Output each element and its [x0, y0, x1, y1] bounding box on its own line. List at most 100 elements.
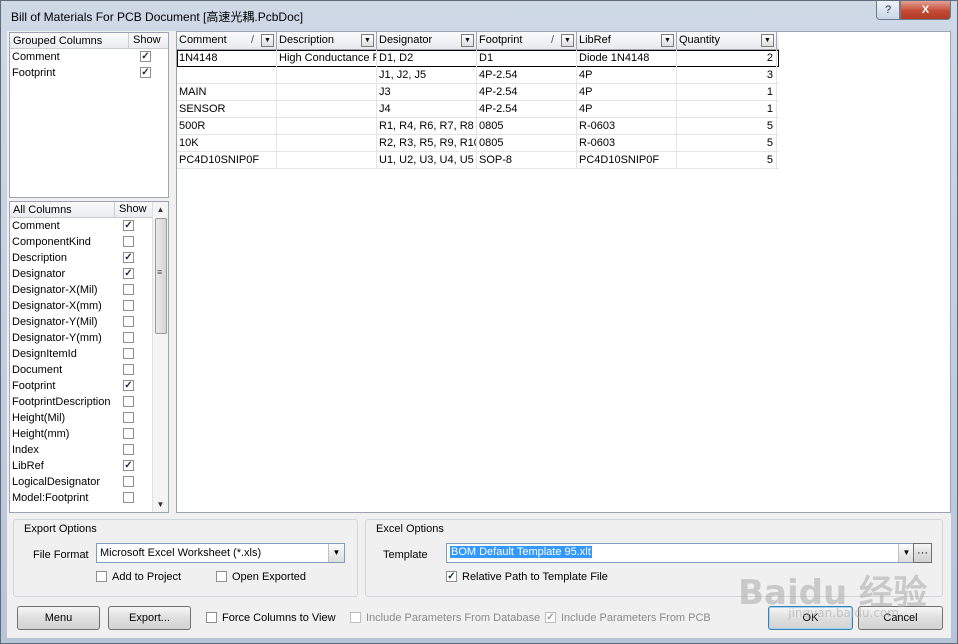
all-column-show-checkbox[interactable] — [123, 316, 134, 327]
all-columns-header-name[interactable]: All Columns — [13, 204, 72, 216]
table-cell[interactable] — [277, 135, 377, 152]
table-cell[interactable]: 5 — [677, 118, 777, 135]
all-column-row[interactable]: Height(Mil) — [10, 410, 168, 426]
close-button[interactable]: X — [900, 1, 951, 20]
all-column-show-checkbox[interactable] — [123, 428, 134, 439]
all-column-row[interactable]: Comment ✓ — [10, 218, 168, 234]
add-to-project-checkbox[interactable]: Add to Project — [96, 570, 206, 584]
table-cell[interactable]: 0805 — [477, 135, 577, 152]
table-cell[interactable] — [277, 118, 377, 135]
table-cell[interactable]: 5 — [677, 152, 777, 169]
table-cell[interactable]: 10K — [177, 135, 277, 152]
table-cell[interactable] — [277, 101, 377, 118]
open-exported-box[interactable] — [216, 571, 227, 582]
chevron-down-icon[interactable]: ▼ — [898, 544, 914, 562]
column-header[interactable]: Quantity ▼ — [677, 32, 777, 50]
include-pcb-box[interactable]: ✓ — [545, 612, 556, 623]
all-column-row[interactable]: Designator-Y(mm) — [10, 330, 168, 346]
all-column-show-checkbox[interactable] — [123, 476, 134, 487]
table-cell[interactable]: U1, U2, U3, U4, U5 — [377, 152, 477, 169]
table-cell[interactable]: J3 — [377, 84, 477, 101]
table-cell[interactable]: 5 — [677, 135, 777, 152]
table-cell[interactable] — [277, 152, 377, 169]
filter-dropdown-icon[interactable]: ▼ — [761, 34, 774, 47]
all-column-row[interactable]: Designator-X(mm) — [10, 298, 168, 314]
open-exported-checkbox[interactable]: Open Exported — [216, 570, 326, 584]
table-cell[interactable]: Diode 1N4148 — [577, 50, 677, 67]
all-column-show-checkbox[interactable] — [123, 236, 134, 247]
table-cell[interactable]: 4P — [577, 101, 677, 118]
all-column-row[interactable]: Description ✓ — [10, 250, 168, 266]
force-columns-box[interactable] — [206, 612, 217, 623]
file-format-select[interactable]: Microsoft Excel Worksheet (*.xls) ▼ — [96, 543, 345, 563]
table-cell[interactable] — [277, 84, 377, 101]
all-column-row[interactable]: Designator-X(Mil) — [10, 282, 168, 298]
all-column-row[interactable]: ComponentKind — [10, 234, 168, 250]
table-cell[interactable]: R2, R3, R5, R9, R10 — [377, 135, 477, 152]
all-column-show-checkbox[interactable] — [123, 364, 134, 375]
chevron-down-icon[interactable]: ▼ — [328, 544, 344, 562]
include-db-box[interactable] — [350, 612, 361, 623]
table-row[interactable]: 500R R1, R4, R6, R7, R8 0805 R-0603 5 — [177, 118, 779, 135]
menu-button[interactable]: Menu — [17, 606, 100, 630]
table-cell[interactable]: 3 — [677, 67, 777, 84]
table-cell[interactable]: J1, J2, J5 — [377, 67, 477, 84]
relative-path-box[interactable]: ✓ — [446, 571, 457, 582]
template-value[interactable]: BOM Default Template 95.xlt — [450, 546, 592, 558]
table-cell[interactable] — [177, 67, 277, 84]
table-cell[interactable]: R1, R4, R6, R7, R8 — [377, 118, 477, 135]
table-cell[interactable]: MAIN — [177, 84, 277, 101]
filter-dropdown-icon[interactable]: ▼ — [461, 34, 474, 47]
all-column-show-checkbox[interactable] — [123, 444, 134, 455]
column-header[interactable]: Footprint / ▼ — [477, 32, 577, 50]
column-header[interactable]: Comment / ▼ — [177, 32, 277, 50]
all-column-row[interactable]: Footprint ✓ — [10, 378, 168, 394]
table-row[interactable]: J1, J2, J5 4P-2.54 4P 3 — [177, 67, 779, 84]
table-cell[interactable]: 1 — [677, 101, 777, 118]
table-cell[interactable] — [277, 67, 377, 84]
all-column-show-checkbox[interactable]: ✓ — [123, 252, 134, 263]
all-columns-header-show[interactable]: Show — [114, 202, 147, 218]
table-cell[interactable]: D1 — [477, 50, 577, 67]
table-cell[interactable]: 500R — [177, 118, 277, 135]
table-cell[interactable]: High Conductance Fast Diode — [277, 50, 377, 67]
all-column-row[interactable]: DesignItemId — [10, 346, 168, 362]
all-column-row[interactable]: LogicalDesignator — [10, 474, 168, 490]
title-bar[interactable]: Bill of Materials For PCB Document [高速光耦… — [1, 1, 957, 31]
table-cell[interactable]: PC4D10SNIP0F — [177, 152, 277, 169]
table-row[interactable]: MAIN J3 4P-2.54 4P 1 — [177, 84, 779, 101]
all-column-show-checkbox[interactable] — [123, 492, 134, 503]
all-column-row[interactable]: Designator-Y(Mil) — [10, 314, 168, 330]
table-row[interactable]: PC4D10SNIP0F U1, U2, U3, U4, U5 SOP-8 PC4D1… — [177, 152, 779, 169]
table-cell[interactable]: J4 — [377, 101, 477, 118]
table-row[interactable]: 10K R2, R3, R5, R9, R10 0805 R-0603 5 — [177, 135, 779, 152]
table-cell[interactable]: PC4D10SNIP0F — [577, 152, 677, 169]
all-column-row[interactable]: Model:Footprint — [10, 490, 168, 506]
table-cell[interactable]: 4P-2.54 — [477, 67, 577, 84]
table-cell[interactable]: 4P — [577, 84, 677, 101]
table-row[interactable]: SENSOR J4 4P-2.54 4P 1 — [177, 101, 779, 118]
all-column-show-checkbox[interactable] — [123, 412, 134, 423]
all-column-row[interactable]: Height(mm) — [10, 426, 168, 442]
grouped-columns-header-name[interactable]: Grouped Columns — [13, 35, 102, 47]
table-cell[interactable]: D1, D2 — [377, 50, 477, 67]
filter-dropdown-icon[interactable]: ▼ — [661, 34, 674, 47]
table-cell[interactable]: 1N4148 — [177, 50, 277, 67]
table-cell[interactable]: 2 — [677, 50, 777, 67]
include-pcb-checkbox[interactable]: ✓ Include Parameters From PCB — [545, 611, 715, 625]
include-db-checkbox[interactable]: Include Parameters From Database — [350, 611, 540, 625]
all-column-row[interactable]: Designator ✓ — [10, 266, 168, 282]
force-columns-checkbox[interactable]: Force Columns to View — [206, 611, 346, 625]
filter-dropdown-icon[interactable]: ▼ — [361, 34, 374, 47]
all-column-show-checkbox[interactable] — [123, 332, 134, 343]
table-cell[interactable]: R-0603 — [577, 135, 677, 152]
all-column-show-checkbox[interactable]: ✓ — [123, 460, 134, 471]
grouped-column-row[interactable]: Footprint ✓ — [10, 65, 168, 81]
table-cell[interactable]: 4P-2.54 — [477, 101, 577, 118]
table-cell[interactable]: 1 — [677, 84, 777, 101]
table-cell[interactable]: SENSOR — [177, 101, 277, 118]
all-column-show-checkbox[interactable]: ✓ — [123, 380, 134, 391]
grouped-column-row[interactable]: Comment ✓ — [10, 49, 168, 65]
filter-dropdown-icon[interactable]: ▼ — [261, 34, 274, 47]
scroll-down-icon[interactable]: ▼ — [153, 497, 168, 512]
